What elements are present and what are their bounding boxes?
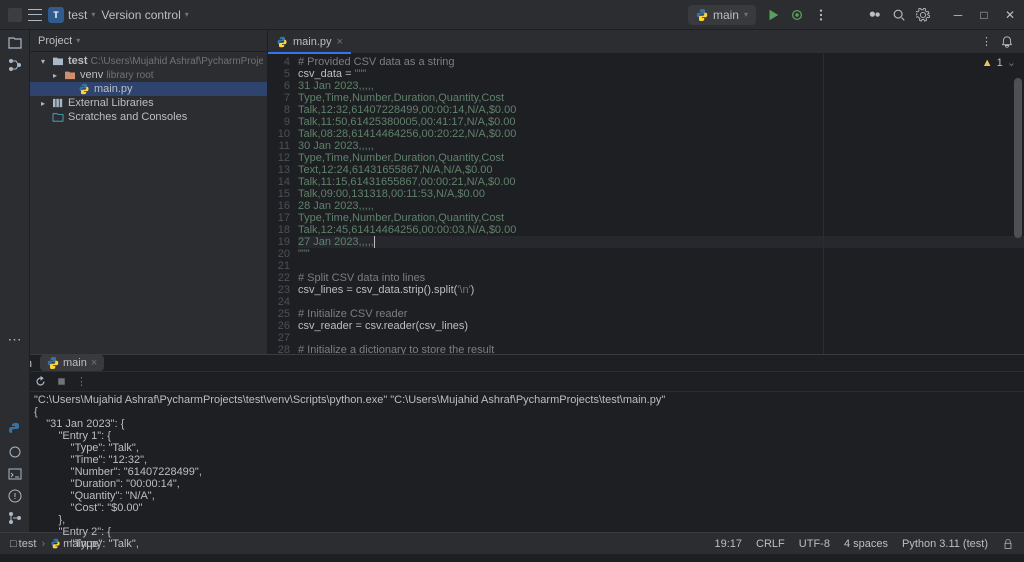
more-tab-actions-icon[interactable]: ⋮	[981, 35, 992, 48]
tree-venv[interactable]: ▸ venv library root	[30, 68, 267, 82]
warning-icon: ▲	[982, 57, 993, 69]
vcs-menu[interactable]: Version control ▾	[101, 8, 188, 22]
close-run-tab[interactable]: ×	[91, 357, 97, 369]
folder-icon	[64, 70, 76, 80]
services-tool-icon[interactable]	[7, 444, 23, 460]
editor-tab-label: main.py	[293, 36, 332, 48]
python-file-icon	[50, 538, 61, 549]
venv-hint: library root	[106, 70, 153, 81]
tree-main-file[interactable]: main.py	[30, 82, 267, 96]
close-button[interactable]: ✕	[1004, 9, 1016, 21]
more-actions-icon[interactable]	[814, 8, 828, 22]
sb-position[interactable]: 19:17	[715, 538, 743, 550]
sb-line-sep[interactable]: CRLF	[756, 538, 785, 550]
sb-encoding[interactable]: UTF-8	[799, 538, 830, 550]
sb-project[interactable]: test	[19, 538, 37, 550]
minimize-button[interactable]: ─	[952, 9, 964, 21]
vcs-tool-icon[interactable]	[7, 510, 23, 526]
editor-body[interactable]: 4567891011121314151617181920212223242526…	[268, 54, 1024, 354]
expand-arrow-icon[interactable]: ▸	[50, 71, 60, 80]
more-tools-icon[interactable]: ⋯	[8, 331, 22, 348]
run-tool-window: Run main × ⋮ "C:\Users\Mujahid Ashraf\Py…	[0, 354, 1024, 532]
run-config-selector[interactable]: main ▾	[688, 5, 756, 25]
column-guide	[823, 54, 824, 354]
left-tool-rail: ⋯	[0, 30, 30, 354]
python-file-icon	[78, 83, 90, 95]
run-output[interactable]: "C:\Users\Mujahid Ashraf\PycharmProjects…	[30, 392, 1024, 550]
rerun-toolbar-button[interactable]	[34, 375, 47, 388]
external-libs-label: External Libraries	[68, 97, 263, 109]
vcs-label: Version control	[101, 8, 180, 22]
problems-tool-icon[interactable]	[7, 488, 23, 504]
library-icon	[52, 98, 64, 108]
root-name: test	[68, 55, 88, 67]
stop-toolbar-button[interactable]	[55, 375, 68, 388]
sb-interpreter[interactable]: Python 3.11 (test)	[902, 538, 988, 550]
main-file-label: main.py	[94, 83, 263, 95]
python-console-tool-icon[interactable]	[7, 422, 23, 438]
project-name-label: test	[68, 8, 87, 22]
editor-tab-main[interactable]: main.py ×	[268, 31, 351, 54]
editor-scrollbar[interactable]	[1014, 78, 1022, 354]
panel-title-label: Project	[38, 35, 72, 47]
folder-icon	[52, 56, 64, 66]
project-tool-icon[interactable]	[7, 35, 23, 51]
tree-root[interactable]: ▾ test C:\Users\Mujahid Ashraf\PycharmPr…	[30, 54, 267, 68]
scratch-icon	[52, 112, 64, 122]
python-file-icon	[276, 36, 288, 48]
run-config-label: main	[713, 8, 739, 22]
maximize-button[interactable]: □	[978, 9, 990, 21]
project-badge: T	[48, 7, 64, 23]
chevron-down-icon: ▾	[76, 36, 80, 45]
search-icon[interactable]	[892, 8, 906, 22]
python-icon	[47, 357, 59, 369]
notifications-icon[interactable]	[1000, 35, 1014, 49]
tree-scratches[interactable]: Scratches and Consoles	[30, 110, 267, 124]
chevron-down-icon: ▾	[185, 10, 189, 19]
run-tab-label: main	[63, 357, 87, 369]
expand-arrow-icon[interactable]: ▸	[38, 99, 48, 108]
expand-arrow-icon[interactable]: ▾	[38, 57, 48, 66]
terminal-tool-icon[interactable]	[7, 466, 23, 482]
run-tab[interactable]: main ×	[40, 355, 104, 371]
chevron-down-icon: ▾	[744, 10, 748, 19]
sb-file[interactable]: main.py	[63, 538, 102, 550]
scratches-label: Scratches and Consoles	[68, 111, 263, 123]
editor: main.py × ⋮ 4567891011121314151617181920…	[268, 30, 1024, 354]
titlebar: T test ▾ Version control ▾ main ▾ ─ □ ✕	[0, 0, 1024, 30]
run-button[interactable]	[766, 8, 780, 22]
close-tab-button[interactable]: ×	[337, 36, 343, 48]
project-selector[interactable]: T test ▾	[48, 7, 95, 23]
issues-badge[interactable]: ▲ 1 ⌄	[982, 56, 1016, 69]
venv-name: venv	[80, 69, 103, 81]
app-logo[interactable]	[8, 8, 22, 22]
lock-icon[interactable]	[1002, 538, 1014, 550]
tree-external-libs[interactable]: ▸ External Libraries	[30, 96, 267, 110]
main-menu-icon[interactable]	[28, 9, 42, 21]
python-icon	[696, 9, 708, 21]
sb-project-icon: □	[10, 538, 17, 550]
chevron-down-icon: ▾	[91, 10, 95, 19]
structure-tool-icon[interactable]	[7, 57, 23, 73]
issues-count: 1	[997, 57, 1003, 69]
code-with-me-icon[interactable]	[868, 8, 882, 22]
settings-icon[interactable]	[916, 8, 930, 22]
debug-button[interactable]	[790, 8, 804, 22]
sb-indent[interactable]: 4 spaces	[844, 538, 888, 550]
project-panel: Project ▾ ▾ test C:\Users\Mujahid Ashraf…	[30, 30, 268, 354]
project-view-selector[interactable]: Project ▾	[38, 35, 80, 47]
root-path: C:\Users\Mujahid Ashraf\PycharmProjects\…	[91, 56, 263, 67]
